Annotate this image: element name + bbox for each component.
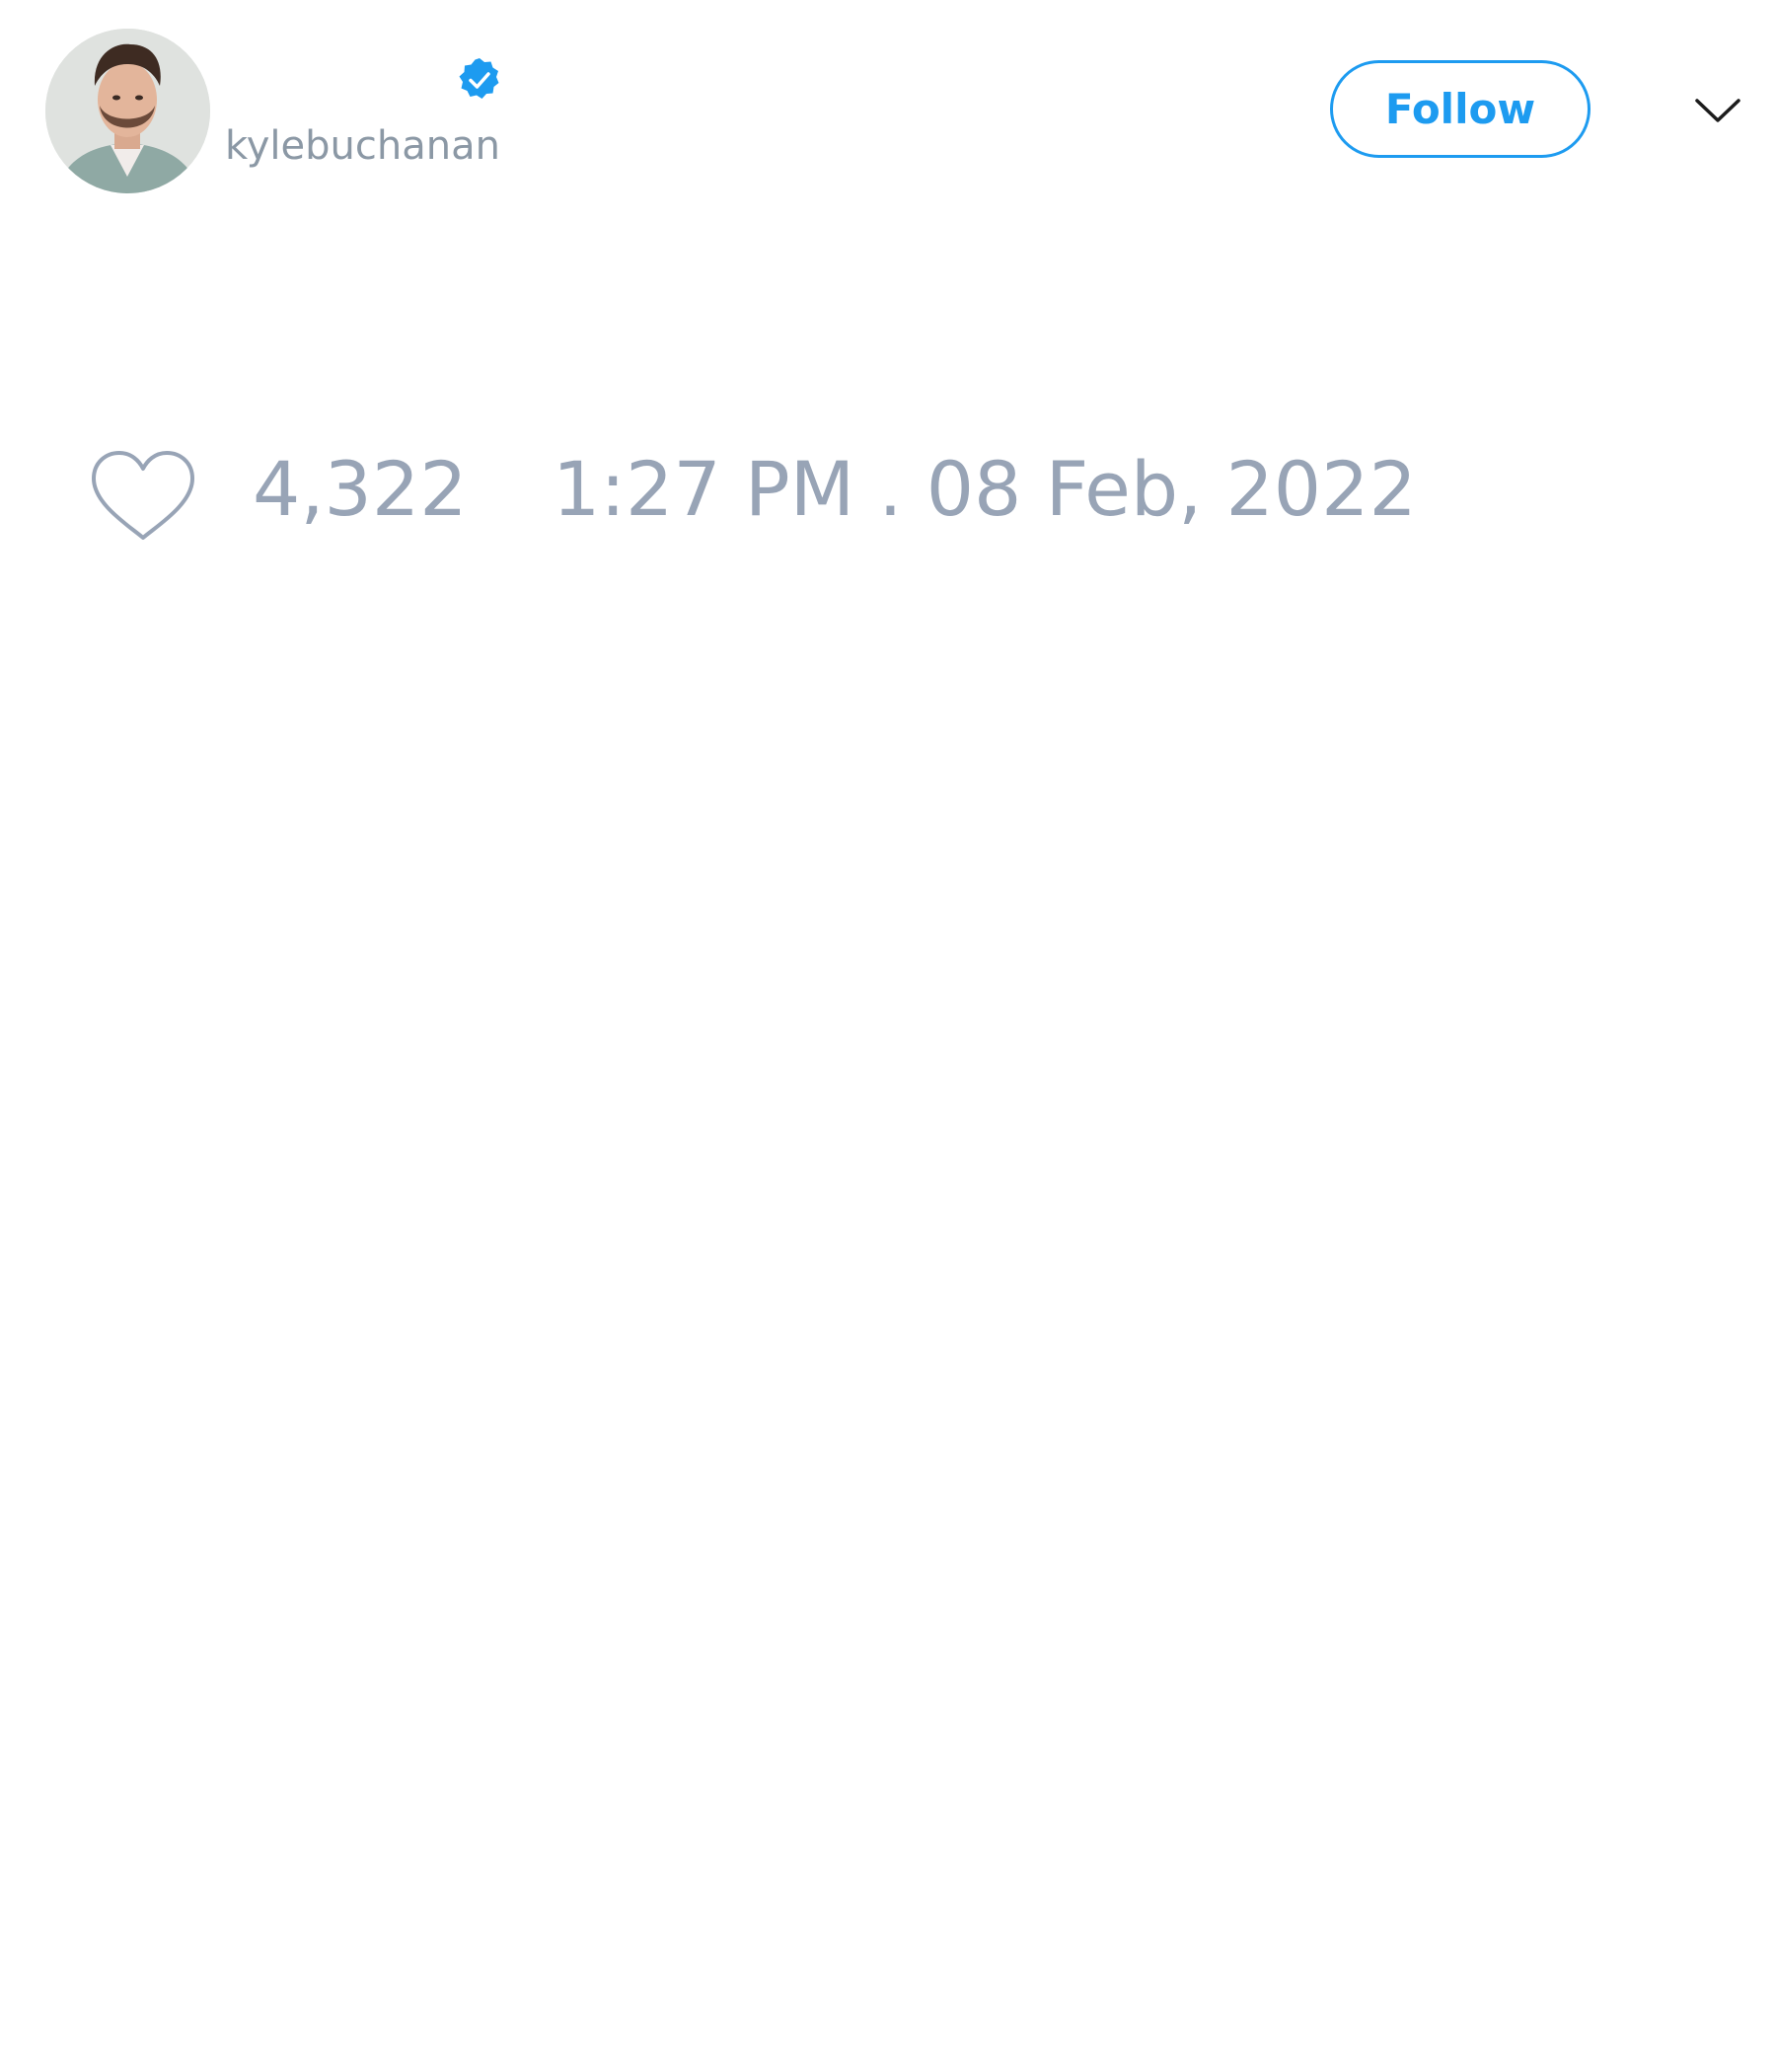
chevron-down-icon[interactable] — [1693, 93, 1742, 126]
heart-icon[interactable] — [90, 449, 196, 544]
tweet-header: kylebuchanan Follow — [0, 0, 1776, 197]
verified-badge-icon — [459, 58, 499, 99]
follow-button[interactable]: Follow — [1330, 60, 1591, 158]
profile-photo-icon — [45, 29, 210, 193]
tweet-timestamp[interactable]: 1:27 PM . 08 Feb, 2022 — [553, 452, 1417, 527]
avatar[interactable] — [45, 29, 210, 193]
like-count: 4,322 — [253, 445, 468, 533]
author-handle[interactable]: kylebuchanan — [225, 126, 500, 166]
